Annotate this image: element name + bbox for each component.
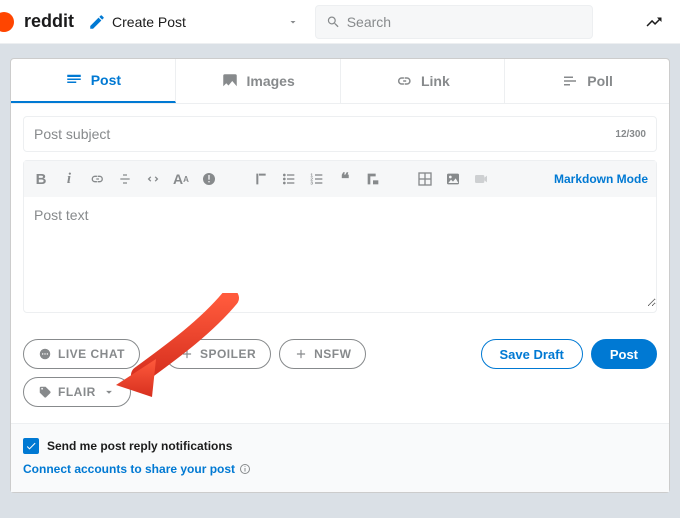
pill-label: FLAIR — [58, 385, 96, 399]
markdown-mode-button[interactable]: Markdown Mode — [554, 172, 648, 186]
wrap-button[interactable] — [364, 170, 382, 188]
chevron-down-icon — [287, 16, 299, 28]
video-button[interactable] — [472, 170, 490, 188]
check-icon — [25, 440, 37, 452]
quote-button[interactable]: ❝ — [336, 170, 354, 188]
pencil-icon — [88, 13, 106, 31]
trending-button[interactable] — [638, 6, 670, 38]
community-label: Create Post — [112, 14, 186, 30]
flair-pill[interactable]: FLAIR — [23, 377, 131, 407]
subject-char-count: 12/300 — [615, 129, 646, 140]
info-icon — [239, 463, 251, 475]
tab-images[interactable]: Images — [176, 59, 341, 103]
trending-icon — [645, 13, 663, 31]
livechat-pill[interactable]: LIVE CHAT — [23, 339, 140, 369]
action-buttons: Save Draft Post — [481, 339, 657, 369]
app-header: reddit Create Post — [0, 0, 680, 44]
tab-label: Poll — [587, 73, 613, 89]
notify-block: Send me post reply notifications Connect… — [11, 423, 669, 492]
editor: B i AA 123 ❝ — [23, 160, 657, 313]
save-draft-button[interactable]: Save Draft — [481, 339, 583, 369]
post-icon — [65, 71, 83, 89]
connect-accounts-link[interactable]: Connect accounts to share your post — [23, 462, 657, 476]
tab-post[interactable]: Post — [11, 59, 176, 103]
italic-button[interactable]: i — [60, 170, 78, 188]
table-button[interactable] — [416, 170, 434, 188]
btn-label: Save Draft — [500, 347, 564, 362]
plus-icon — [294, 347, 308, 361]
poll-icon — [561, 72, 579, 90]
reddit-logo-icon — [0, 12, 14, 32]
post-button[interactable]: Post — [591, 339, 657, 369]
spoiler-pill[interactable]: SPOILER — [165, 339, 271, 369]
notify-checkbox[interactable] — [23, 438, 39, 454]
notify-label: Send me post reply notifications — [47, 439, 232, 453]
plus-icon — [180, 347, 194, 361]
image-icon — [221, 72, 239, 90]
pill-label: NSFW — [314, 347, 351, 361]
tab-label: Post — [91, 72, 121, 88]
ol-button[interactable]: 123 — [308, 170, 326, 188]
chat-icon — [38, 347, 52, 361]
heading-button[interactable] — [252, 170, 270, 188]
pill-label: LIVE CHAT — [58, 347, 125, 361]
tag-icon — [38, 385, 52, 399]
btn-label: Post — [610, 347, 638, 362]
editor-toolbar: B i AA 123 ❝ — [24, 161, 656, 197]
tab-label: Images — [247, 73, 295, 89]
subject-input[interactable] — [34, 126, 615, 142]
connect-label: Connect accounts to share your post — [23, 462, 235, 476]
flair-row: FLAIR — [11, 373, 669, 423]
search-icon — [326, 14, 341, 30]
tag-row: LIVE CHAT OC SPOILER NSFW Save Draft Pos… — [11, 325, 669, 373]
link-icon — [395, 72, 413, 90]
alert-button[interactable] — [200, 170, 218, 188]
tab-label: Link — [421, 73, 450, 89]
pill-label: SPOILER — [200, 347, 256, 361]
caret-down-icon — [102, 385, 116, 399]
link-button[interactable] — [88, 170, 106, 188]
reddit-wordmark: reddit — [24, 11, 74, 32]
superscript-button[interactable]: AA — [172, 170, 190, 188]
post-text-input[interactable] — [24, 197, 656, 307]
community-select[interactable]: Create Post — [82, 6, 307, 38]
post-body: 12/300 B i AA 123 ❝ — [11, 104, 669, 325]
post-type-tabs: Post Images Link Poll — [11, 59, 669, 104]
code-button[interactable] — [144, 170, 162, 188]
image-button[interactable] — [444, 170, 462, 188]
create-post-card: Post Images Link Poll 12/300 B i — [10, 58, 670, 493]
search-input[interactable] — [347, 14, 582, 30]
bold-button[interactable]: B — [32, 170, 50, 188]
svg-text:3: 3 — [310, 180, 313, 185]
nsfw-pill[interactable]: NSFW — [279, 339, 366, 369]
strike-button[interactable] — [116, 170, 134, 188]
tab-link[interactable]: Link — [341, 59, 506, 103]
subject-row: 12/300 — [23, 116, 657, 152]
search-field[interactable] — [315, 5, 593, 39]
notify-row: Send me post reply notifications — [23, 438, 657, 454]
ul-button[interactable] — [280, 170, 298, 188]
tab-poll[interactable]: Poll — [505, 59, 669, 103]
